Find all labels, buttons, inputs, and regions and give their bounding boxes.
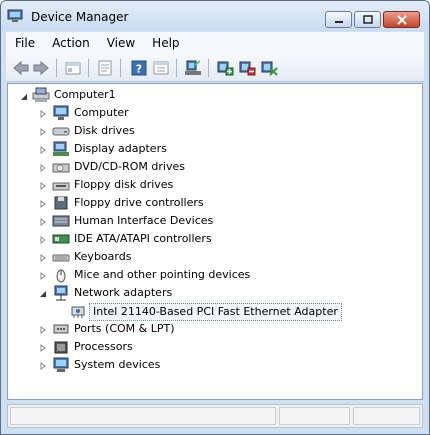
expand-arrow-icon[interactable] bbox=[39, 110, 47, 118]
expand-arrow-icon[interactable] bbox=[39, 236, 47, 244]
scan-hardware-icon[interactable] bbox=[184, 59, 202, 77]
monitor-icon bbox=[53, 105, 69, 120]
title-bar[interactable]: Device Manager bbox=[1, 1, 429, 31]
expand-arrow-icon[interactable] bbox=[39, 254, 47, 262]
window-title: Device Manager bbox=[31, 10, 129, 24]
ide-controller-icon bbox=[52, 234, 70, 244]
ethernet-adapter-icon bbox=[71, 306, 85, 318]
back-arrow-icon[interactable] bbox=[12, 59, 30, 77]
display-adapter-icon bbox=[53, 141, 69, 156]
close-button[interactable] bbox=[383, 11, 420, 28]
disable-device-icon[interactable] bbox=[238, 59, 256, 77]
tree-category-label[interactable]: Floppy disk drives bbox=[74, 177, 173, 193]
expand-arrow-icon[interactable] bbox=[39, 164, 47, 172]
expand-arrow-icon[interactable] bbox=[39, 128, 47, 136]
close-icon bbox=[396, 14, 407, 25]
toolbar-separator bbox=[176, 59, 177, 77]
expand-arrow-icon[interactable] bbox=[39, 362, 47, 370]
expand-arrow-icon[interactable] bbox=[39, 344, 47, 352]
tree-category-label[interactable]: Mice and other pointing devices bbox=[74, 267, 250, 283]
mouse-icon bbox=[56, 269, 66, 283]
menu-action[interactable]: Action bbox=[43, 36, 98, 50]
toolbar-separator bbox=[56, 59, 57, 77]
tree-category-label[interactable]: DVD/CD-ROM drives bbox=[74, 159, 185, 175]
toolbar-separator bbox=[88, 59, 89, 77]
svg-text:?: ? bbox=[136, 63, 142, 76]
tree-category-label[interactable]: Computer bbox=[74, 105, 129, 121]
collapse-root-icon[interactable] bbox=[20, 93, 28, 101]
forward-arrow-icon[interactable] bbox=[32, 59, 50, 77]
status-bar bbox=[7, 404, 423, 428]
maximize-button[interactable] bbox=[354, 11, 381, 28]
tree-category-label[interactable]: Ports (COM & LPT) bbox=[74, 321, 175, 337]
network-adapter-icon bbox=[54, 285, 68, 301]
computer-root-icon bbox=[32, 87, 50, 102]
status-segment-3 bbox=[353, 407, 420, 425]
expand-arrow-icon[interactable] bbox=[39, 326, 47, 334]
floppy-drive-icon bbox=[52, 182, 70, 191]
expand-arrow-icon[interactable] bbox=[39, 272, 47, 280]
device-tree[interactable]: Computer1 Computer Disk drives Display ada… bbox=[7, 83, 423, 400]
expand-arrow-icon[interactable] bbox=[39, 182, 47, 190]
hid-icon bbox=[52, 215, 70, 227]
keyboard-icon bbox=[52, 254, 70, 262]
menu-view[interactable]: View bbox=[98, 36, 143, 50]
tree-category-label[interactable]: Floppy drive controllers bbox=[74, 195, 204, 211]
device-manager-icon bbox=[7, 9, 23, 22]
disk-drive-icon bbox=[52, 127, 70, 136]
collapse-arrow-icon[interactable] bbox=[39, 290, 47, 298]
tree-category-label[interactable]: System devices bbox=[74, 357, 160, 373]
show-hide-console-tree-icon[interactable] bbox=[152, 59, 170, 77]
toolbar-separator bbox=[120, 59, 121, 77]
expand-arrow-icon[interactable] bbox=[39, 200, 47, 208]
tree-category-label[interactable]: Network adapters bbox=[74, 285, 172, 301]
tree-category-label[interactable]: Human Interface Devices bbox=[74, 213, 213, 229]
menu-file[interactable]: File bbox=[6, 36, 43, 50]
status-segment-2 bbox=[279, 407, 350, 425]
tree-category-label[interactable]: Disk drives bbox=[74, 123, 135, 139]
help-icon[interactable]: ? bbox=[130, 59, 148, 77]
tree-category-label[interactable]: Processors bbox=[74, 339, 133, 355]
device-manager-window: Device Manager File Action View Help ? C… bbox=[0, 0, 430, 435]
menu-bar: File Action View Help bbox=[6, 32, 424, 54]
tree-network-child-label[interactable]: Intel 21140-Based PCI Fast Ethernet Adap… bbox=[89, 303, 342, 321]
menu-help[interactable]: Help bbox=[143, 36, 187, 50]
tree-category-label[interactable]: IDE ATA/ATAPI controllers bbox=[74, 231, 212, 247]
uninstall-device-icon[interactable] bbox=[260, 59, 278, 77]
port-icon bbox=[53, 324, 69, 334]
tree-category-label[interactable]: Keyboards bbox=[74, 249, 131, 265]
status-segment-main bbox=[10, 407, 276, 425]
up-level-icon[interactable] bbox=[64, 59, 82, 77]
minimize-button[interactable] bbox=[325, 11, 352, 28]
toolbar-separator bbox=[208, 59, 209, 77]
dvd-drive-icon bbox=[52, 163, 70, 173]
maximize-icon bbox=[362, 15, 373, 24]
update-driver-icon[interactable] bbox=[216, 59, 234, 77]
tree-category-label[interactable]: Display adapters bbox=[74, 141, 167, 157]
system-device-icon bbox=[53, 357, 69, 372]
floppy-controller-icon bbox=[54, 196, 68, 210]
processor-icon bbox=[54, 341, 68, 354]
expand-arrow-icon[interactable] bbox=[39, 218, 47, 226]
tree-root-label[interactable]: Computer1 bbox=[54, 87, 116, 103]
minimize-icon bbox=[334, 20, 343, 23]
toolbar: ? bbox=[6, 54, 424, 82]
expand-arrow-icon[interactable] bbox=[39, 146, 47, 154]
properties-icon[interactable] bbox=[96, 59, 114, 77]
